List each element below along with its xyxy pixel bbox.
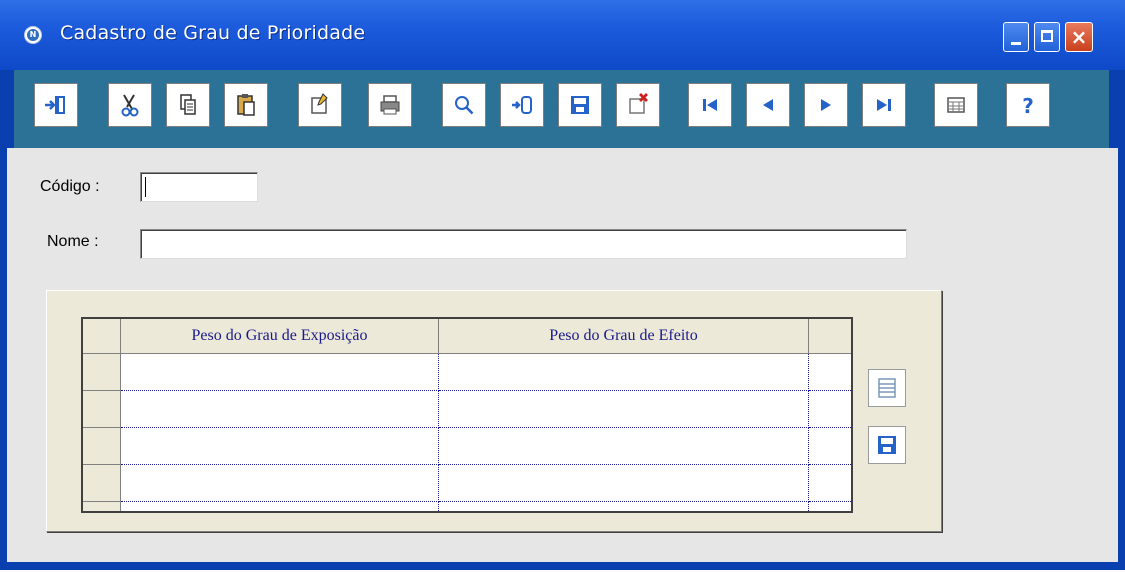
grid-corner-header — [83, 319, 121, 354]
text-cursor — [145, 177, 146, 197]
nome-label: Nome : — [47, 233, 99, 250]
list-icon — [878, 378, 896, 398]
maximize-button[interactable] — [1034, 22, 1060, 52]
paste-icon — [237, 94, 255, 116]
last-record-icon — [877, 99, 891, 111]
delete-record-button[interactable] — [616, 83, 660, 127]
help-button[interactable]: ? — [1006, 83, 1050, 127]
minimize-button[interactable] — [1003, 22, 1029, 52]
exit-door-icon — [45, 96, 65, 114]
window-title: Cadastro de Grau de Prioridade — [60, 22, 366, 44]
codigo-input[interactable] — [140, 172, 258, 202]
grid-view-button[interactable] — [934, 83, 978, 127]
next-record-button[interactable] — [804, 83, 848, 127]
previous-record-icon — [763, 99, 773, 111]
grid-cell[interactable] — [809, 354, 851, 391]
save-button[interactable] — [558, 83, 602, 127]
column-header-exposicao[interactable]: Peso do Grau de Exposição — [121, 319, 439, 354]
toolbar: ? — [14, 70, 1109, 148]
grid-cell[interactable] — [121, 391, 439, 428]
form-area: Código : Nome : Peso do Grau de Exposiçã… — [7, 148, 1118, 562]
grid-cell[interactable] — [439, 354, 809, 391]
insert-icon — [512, 96, 532, 114]
print-button[interactable] — [368, 83, 412, 127]
search-button[interactable] — [442, 83, 486, 127]
exit-button[interactable] — [34, 83, 78, 127]
new-record-icon — [311, 93, 328, 114]
list-button[interactable] — [868, 369, 906, 407]
close-icon: × — [1070, 25, 1088, 49]
new-record-button[interactable] — [298, 83, 342, 127]
minimize-icon — [1011, 42, 1021, 45]
column-header-extra — [809, 319, 851, 354]
close-button[interactable]: × — [1065, 22, 1093, 52]
grid-cell[interactable] — [121, 354, 439, 391]
insert-button[interactable] — [500, 83, 544, 127]
nome-input[interactable] — [140, 229, 907, 259]
column-header-efeito[interactable]: Peso do Grau de Efeito — [439, 319, 809, 354]
grid-cell[interactable] — [439, 502, 809, 511]
grid-cell[interactable] — [121, 502, 439, 511]
row-header[interactable] — [83, 428, 121, 465]
grid-panel: Peso do Grau de Exposição Peso do Grau d… — [46, 290, 942, 532]
copy-icon — [180, 94, 196, 115]
grid-cell[interactable] — [439, 465, 809, 502]
search-icon — [455, 96, 474, 115]
grid-cell[interactable] — [439, 391, 809, 428]
save-icon — [571, 96, 589, 114]
grid-cell[interactable] — [809, 428, 851, 465]
row-header[interactable] — [83, 391, 121, 428]
title-bar[interactable]: N Cadastro de Grau de Prioridade × — [0, 0, 1125, 70]
help-icon: ? — [1022, 94, 1034, 118]
delete-record-icon — [629, 93, 648, 114]
svg-text:?: ? — [1022, 94, 1034, 118]
first-record-icon — [703, 99, 717, 111]
grid-cell[interactable] — [439, 428, 809, 465]
grid-cell[interactable] — [809, 502, 851, 511]
next-record-icon — [821, 99, 831, 111]
app-logo-icon: N — [24, 26, 42, 44]
grid-view-icon — [947, 97, 965, 113]
print-icon — [380, 95, 400, 115]
cut-button[interactable] — [108, 83, 152, 127]
first-record-button[interactable] — [688, 83, 732, 127]
grid-cell[interactable] — [121, 465, 439, 502]
row-header[interactable] — [83, 465, 121, 502]
copy-button[interactable] — [166, 83, 210, 127]
codigo-label: Código : — [40, 178, 100, 195]
grid-save-button[interactable] — [868, 426, 906, 464]
grid-cell[interactable] — [809, 465, 851, 502]
app-window: N Cadastro de Grau de Prioridade × ? Cód… — [0, 0, 1125, 570]
save-icon — [878, 436, 896, 454]
grid-cell[interactable] — [121, 428, 439, 465]
data-grid[interactable]: Peso do Grau de Exposição Peso do Grau d… — [81, 317, 853, 513]
last-record-button[interactable] — [862, 83, 906, 127]
cut-icon — [121, 94, 139, 117]
maximize-icon — [1041, 30, 1053, 42]
previous-record-button[interactable] — [746, 83, 790, 127]
paste-button[interactable] — [224, 83, 268, 127]
grid-cell[interactable] — [809, 391, 851, 428]
row-header[interactable] — [83, 354, 121, 391]
row-header[interactable] — [83, 502, 121, 511]
